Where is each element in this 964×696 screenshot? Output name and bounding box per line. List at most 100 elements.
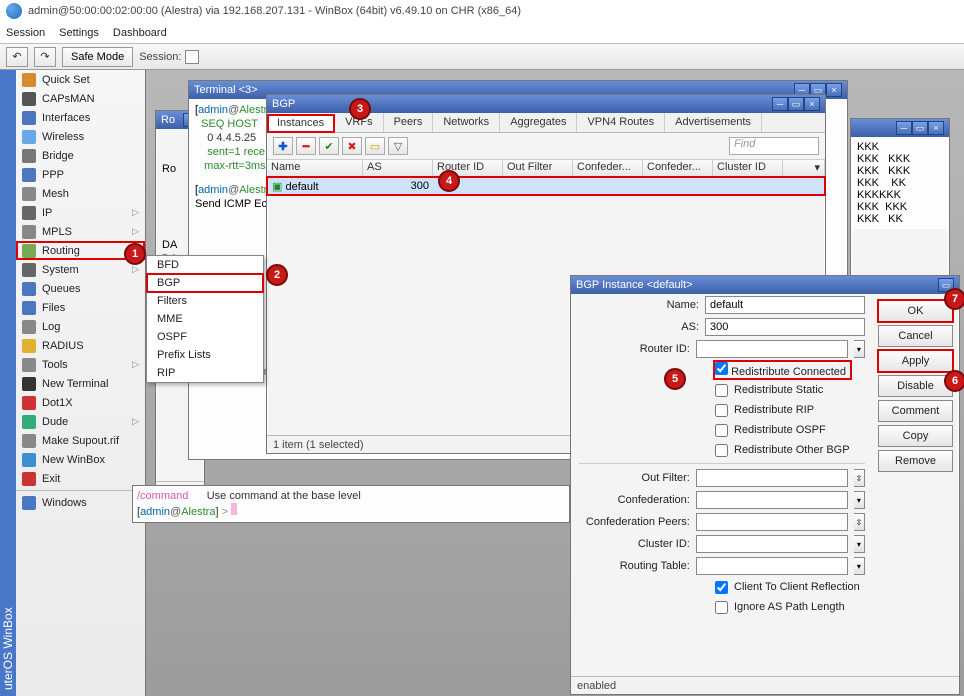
disable-button[interactable]: Disable [878, 375, 953, 397]
redo-button[interactable]: ↷ [34, 47, 56, 67]
sidebar-item-log[interactable]: Log [16, 317, 145, 336]
column-header[interactable]: AS [363, 160, 433, 177]
add-button[interactable]: ✚ [273, 137, 293, 155]
remove-button[interactable]: Remove [878, 450, 953, 472]
menu-session[interactable]: Session [6, 27, 45, 39]
close-icon[interactable]: × [804, 97, 820, 111]
redistribute-other-checkbox[interactable] [715, 444, 728, 457]
min-icon[interactable]: ─ [896, 121, 912, 135]
sidebar-item-newwinbox[interactable]: New WinBox [16, 450, 145, 469]
sidebar-item-ppp[interactable]: PPP [16, 165, 145, 184]
sidebar-item-windows[interactable]: Windows▷ [16, 493, 145, 512]
session-checkbox[interactable] [185, 50, 199, 64]
remove-button[interactable]: ━ [296, 137, 316, 155]
column-menu-icon[interactable]: ▾ [783, 160, 825, 177]
clusterid-field[interactable] [696, 535, 848, 553]
cancel-button[interactable]: Cancel [878, 325, 953, 347]
disable-button[interactable]: ✖ [342, 137, 362, 155]
command-bar[interactable]: /command Use command at the base level [… [132, 485, 570, 523]
submenu-item-mme[interactable]: MME [147, 310, 263, 328]
sidebar-item-capsman[interactable]: CAPsMAN [16, 89, 145, 108]
tab-vpn4-routes[interactable]: VPN4 Routes [577, 113, 665, 132]
window-title-bar[interactable]: ─▭× [851, 119, 949, 137]
find-input[interactable]: Find [729, 137, 819, 155]
sidebar-item-radius[interactable]: RADIUS [16, 336, 145, 355]
dropdown-icon[interactable]: ⇳ [854, 469, 865, 487]
copy-button[interactable]: Copy [878, 425, 953, 447]
sidebar-item-tools[interactable]: Tools▷ [16, 355, 145, 374]
routing-submenu[interactable]: BFDBGPFiltersMMEOSPFPrefix ListsRIP [146, 255, 264, 383]
redistribute-ospf-checkbox[interactable] [715, 424, 728, 437]
sidebar-item-quickset[interactable]: Quick Set [16, 70, 145, 89]
filter-button[interactable]: ▽ [388, 137, 408, 155]
column-header[interactable]: Out Filter [503, 160, 573, 177]
redistribute-connected-checkbox[interactable] [715, 362, 728, 375]
sidebar-item-mpls[interactable]: MPLS▷ [16, 222, 145, 241]
sidebar-item-system[interactable]: System▷ [16, 260, 145, 279]
dropdown-icon[interactable]: ⇳ [854, 513, 865, 531]
menu-dashboard[interactable]: Dashboard [113, 27, 167, 39]
sidebar-item-wireless[interactable]: Wireless [16, 127, 145, 146]
max-icon[interactable]: ▭ [788, 97, 804, 111]
close-icon[interactable]: × [826, 83, 842, 97]
sidebar-item-files[interactable]: Files [16, 298, 145, 317]
submenu-item-bfd[interactable]: BFD [147, 256, 263, 274]
dropdown-icon[interactable]: ▾ [854, 535, 865, 553]
undo-button[interactable]: ↶ [6, 47, 28, 67]
sidebar-item-mesh[interactable]: Mesh [16, 184, 145, 203]
tab-peers[interactable]: Peers [384, 113, 434, 132]
enable-button[interactable]: ✔ [319, 137, 339, 155]
dropdown-icon[interactable]: ▾ [854, 491, 865, 509]
routerid-dropdown-icon[interactable]: ▾ [854, 340, 865, 358]
sidebar-item-label: Quick Set [42, 74, 90, 86]
bgp-instance-dialog[interactable]: BGP Instance <default> ▭ Name: AS: Route… [570, 275, 960, 695]
menu-settings[interactable]: Settings [59, 27, 99, 39]
tab-networks[interactable]: Networks [433, 113, 500, 132]
submenu-item-rip[interactable]: RIP [147, 364, 263, 382]
column-header[interactable]: Cluster ID [713, 160, 783, 177]
safe-mode-button[interactable]: Safe Mode [62, 47, 133, 67]
comment-button[interactable]: ▭ [365, 137, 385, 155]
routing-table-field[interactable] [696, 557, 848, 575]
sidebar-item-queues[interactable]: Queues [16, 279, 145, 298]
submenu-item-ospf[interactable]: OSPF [147, 328, 263, 346]
sidebar-item-ip[interactable]: IP▷ [16, 203, 145, 222]
tab-advertisements[interactable]: Advertisements [665, 113, 762, 132]
tab-instances[interactable]: Instances [267, 114, 335, 133]
ignore-as-path-checkbox[interactable] [715, 601, 728, 614]
table-row[interactable]: ▣ default 300 [267, 177, 825, 195]
redistribute-static-checkbox[interactable] [715, 384, 728, 397]
window-title-bar[interactable]: BGP Instance <default> ▭ [571, 276, 959, 294]
submenu-item-bgp[interactable]: BGP [147, 274, 263, 292]
client-to-client-checkbox[interactable] [715, 581, 728, 594]
routerid-field[interactable] [696, 340, 848, 358]
close-icon[interactable]: × [928, 121, 944, 135]
sidebar-item-exit[interactable]: Exit [16, 469, 145, 488]
submenu-item-prefix-lists[interactable]: Prefix Lists [147, 346, 263, 364]
k-window[interactable]: ─▭× KKKKKK KKKKKK KKKKKK KKKKKKKKKKK KKK… [850, 118, 950, 278]
tab-aggregates[interactable]: Aggregates [500, 113, 577, 132]
name-field[interactable] [705, 296, 865, 314]
sidebar-item-supout[interactable]: Make Supout.rif [16, 431, 145, 450]
ok-button[interactable]: OK [878, 300, 953, 322]
redistribute-rip-checkbox[interactable] [715, 404, 728, 417]
sidebar-item-dude[interactable]: Dude▷ [16, 412, 145, 431]
confederation-peers-field[interactable] [696, 513, 848, 531]
as-field[interactable] [705, 318, 865, 336]
sidebar-item-newterm[interactable]: New Terminal [16, 374, 145, 393]
column-header[interactable]: Confeder... [643, 160, 713, 177]
max-icon[interactable]: ▭ [912, 121, 928, 135]
sidebar-item-interfaces[interactable]: Interfaces [16, 108, 145, 127]
comment-button[interactable]: Comment [878, 400, 953, 422]
confederation-field[interactable] [696, 491, 848, 509]
sidebar-item-bridge[interactable]: Bridge [16, 146, 145, 165]
apply-button[interactable]: Apply [878, 350, 953, 372]
sidebar-item-label: MPLS [42, 226, 72, 238]
min-icon[interactable]: ─ [772, 97, 788, 111]
outfilter-field[interactable] [696, 469, 848, 487]
submenu-item-filters[interactable]: Filters [147, 292, 263, 310]
column-header[interactable]: Name [267, 160, 363, 177]
sidebar-item-dot1x[interactable]: Dot1X [16, 393, 145, 412]
column-header[interactable]: Confeder... [573, 160, 643, 177]
dropdown-icon[interactable]: ▾ [854, 557, 865, 575]
